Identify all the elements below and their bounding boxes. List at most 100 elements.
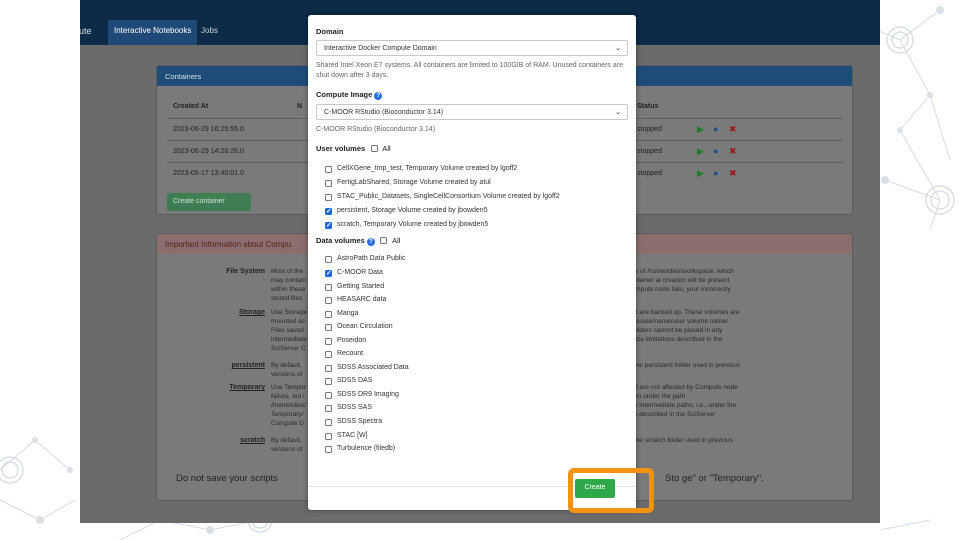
chevron-down-icon: ⌄ <box>615 45 621 52</box>
row-status: stopped <box>637 170 662 177</box>
row-created: 2023-05-17 13:40:01.0 <box>173 170 244 177</box>
user-volume-label: STAC_Public_Datasets, SingleCellConsorti… <box>337 193 560 200</box>
user-volume-label: FertigLabShared, Storage Volume created … <box>337 179 491 186</box>
col-created-at: Created At <box>173 103 209 110</box>
checkbox-checked[interactable] <box>325 207 332 215</box>
data-volume-label: Recount <box>337 350 364 357</box>
data-volumes-label-row: Data volumes ? All <box>316 236 400 246</box>
info-text: and are not affected by Compute node the… <box>627 384 738 418</box>
info-key-temporary[interactable]: Temporary <box>185 384 265 391</box>
footer-warning-right: Sto ge" or "Temporary". <box>665 473 764 484</box>
info-icon[interactable]: ● <box>713 124 718 134</box>
data-volume-label: C-MOOR Data <box>337 269 383 276</box>
info-text: Use Tempor failure, but i /home/idies/ T… <box>271 384 307 427</box>
checkbox[interactable] <box>325 392 332 399</box>
info-key-storage[interactable]: Storage <box>185 309 265 316</box>
user-volume-label: CellXGene_tmp_test, Temporary Volume cre… <box>337 165 518 172</box>
data-volumes-label: Data volumes <box>316 236 365 245</box>
info-key-persistent[interactable]: persistent <box>185 362 265 369</box>
info-text: same scratch folder used in previous <box>627 437 733 444</box>
data-volume-label: Manga <box>337 310 359 317</box>
data-volume-label: HEASARC data <box>337 296 387 303</box>
checkbox[interactable] <box>325 338 332 345</box>
user-volumes-label: User volumes <box>316 144 366 153</box>
user-volumes-all-checkbox[interactable] <box>371 145 379 152</box>
checkbox[interactable] <box>325 311 332 318</box>
info-text: By default, versions of <box>271 362 303 378</box>
info-key-file-system: File System <box>226 268 265 275</box>
help-icon[interactable]: ? <box>366 238 375 246</box>
domain-help: Shared Intel Xeon E7 systems. All contai… <box>316 62 623 79</box>
checkbox[interactable] <box>325 419 332 426</box>
info-text: w is of /home/idies/workspace, which con… <box>627 268 734 293</box>
info-text: Use Storage mounted ac Files saved inter… <box>271 309 308 352</box>
data-volume-label: Poseidon <box>337 337 367 344</box>
data-volume-label: Turbulence (filedb) <box>337 445 396 452</box>
data-volume-label: SDSS Spectra <box>337 418 383 425</box>
delete-icon[interactable]: ✖ <box>729 168 737 179</box>
info-text: lder are backed up. These volumes are ra… <box>627 309 740 343</box>
domain-label: Domain <box>316 27 344 36</box>
help-icon[interactable]: ? <box>374 92 383 100</box>
domain-select[interactable]: Interactive Docker Compute Domain ⌄ <box>316 40 628 56</box>
checkbox[interactable] <box>325 365 332 372</box>
info-text: By default, versions of <box>271 437 303 453</box>
data-volume-label: Getting Started <box>337 283 385 290</box>
data-volume-label: SDSS Associated Data <box>337 364 409 371</box>
data-volume-label: SDSS DR9 Imaging <box>337 391 399 398</box>
delete-icon[interactable]: ✖ <box>729 146 737 157</box>
data-volume-label: SDSS DAS <box>337 377 373 384</box>
info-key-scratch[interactable]: scratch <box>185 437 265 444</box>
footer-warning-left: Do not save your scripts <box>176 473 278 484</box>
data-volume-label: AstroPath Data Public <box>337 255 406 262</box>
checkbox[interactable] <box>325 180 332 187</box>
checkbox[interactable] <box>325 405 332 412</box>
user-volume-label: scratch, Temporary Volume created by jbo… <box>337 221 489 228</box>
checkbox[interactable] <box>325 194 332 201</box>
data-volume-label: SDSS SAS <box>337 404 373 411</box>
data-volumes-all-checkbox[interactable] <box>379 237 387 244</box>
play-icon[interactable]: ▶ <box>697 146 704 157</box>
checkbox[interactable] <box>325 446 332 453</box>
checkbox[interactable] <box>325 284 332 291</box>
compute-image-select[interactable]: C-MOOR RStudio (Bioconductor 3.14) ⌄ <box>316 104 628 120</box>
row-created: 2023-06-29 14:28:26.0 <box>173 148 244 155</box>
info-icon[interactable]: ● <box>713 146 718 156</box>
row-status: stopped <box>637 148 662 155</box>
nav-brand[interactable]: pute <box>80 26 92 36</box>
checkbox-checked[interactable] <box>325 221 332 229</box>
checkbox[interactable] <box>325 351 332 358</box>
checkbox[interactable] <box>325 297 332 304</box>
col-status: Status <box>637 103 659 110</box>
compute-image-help: C-MOOR RStudio (Bioconductor 3.14) <box>316 126 436 133</box>
compute-image-label-row: Compute Image ? <box>316 90 383 100</box>
checkbox[interactable] <box>325 324 332 331</box>
checkbox[interactable] <box>325 378 332 385</box>
checkbox-checked[interactable] <box>325 269 332 277</box>
user-volumes-label-row: User volumes All <box>316 144 391 153</box>
compute-image-label: Compute Image <box>316 90 373 99</box>
domain-select-value: Interactive Docker Compute Domain <box>324 45 437 52</box>
user-volume-label: persistent, Storage Volume created by jb… <box>337 207 488 214</box>
info-text: Most of the may contain within these sto… <box>271 268 307 302</box>
chevron-down-icon: ⌄ <box>615 109 621 116</box>
checkbox[interactable] <box>325 433 332 440</box>
nav-jobs[interactable]: Jobs <box>195 20 224 45</box>
checkbox[interactable] <box>325 166 332 173</box>
data-volume-label: Ocean Circulation <box>337 323 393 330</box>
create-container-button[interactable]: Create container <box>167 193 251 211</box>
data-volumes-all-label: All <box>392 236 401 245</box>
info-icon[interactable]: ● <box>713 168 718 178</box>
checkbox[interactable] <box>325 256 332 263</box>
play-icon[interactable]: ▶ <box>697 124 704 135</box>
data-volume-label: STAC [W] <box>337 432 368 439</box>
play-icon[interactable]: ▶ <box>697 168 704 179</box>
create-container-dialog: Domain Interactive Docker Compute Domain… <box>308 15 636 510</box>
user-volumes-all-label: All <box>382 144 391 153</box>
info-text: same persistent folder used in previous <box>627 362 741 369</box>
compute-image-value: C-MOOR RStudio (Bioconductor 3.14) <box>324 109 444 116</box>
create-button-highlight <box>568 468 654 513</box>
nav-interactive-notebooks[interactable]: Interactive Notebooks <box>108 20 198 45</box>
delete-icon[interactable]: ✖ <box>729 124 737 135</box>
row-created: 2023-06-29 16:25:55.0 <box>173 126 244 133</box>
